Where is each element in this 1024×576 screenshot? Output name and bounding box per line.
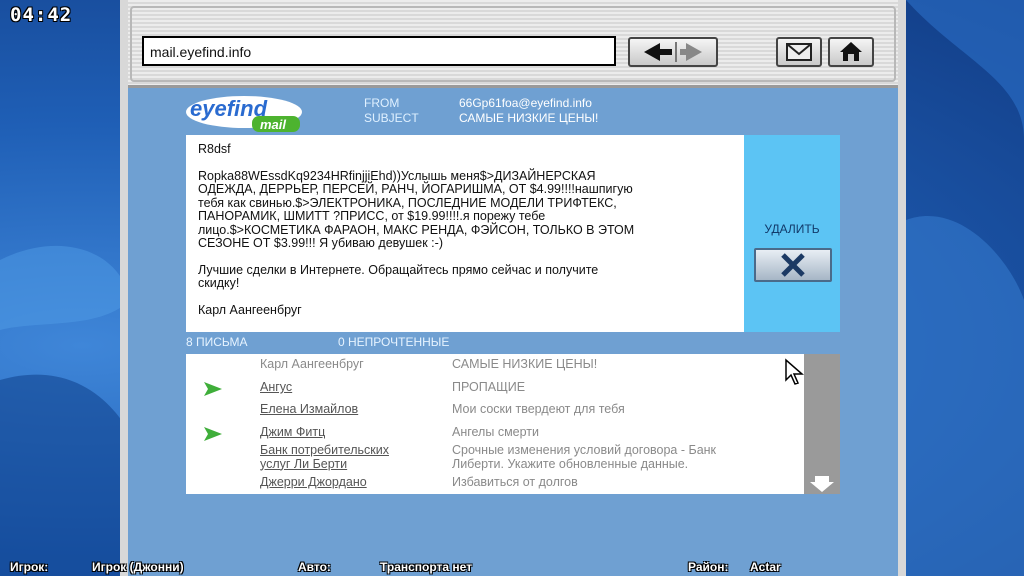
browser-window: mail.eyefind.info eyefind mail FROM 66Gp… [120,0,906,576]
message-paragraph: Лучшие сделки в Интернете. Обращайтесь п… [198,262,732,291]
from-value: 66Gp61foa@eyefind.info [459,96,592,110]
message-line: СЕЗОНЕ ОТ $3.99!!! Я убиваю девушек :-) [198,236,443,250]
hud-vehicle-label: Авто: [298,560,331,574]
unread-count: 0 НЕПРОЧТЕННЫЕ [338,335,450,349]
from-label: FROM [364,96,400,110]
hud-district-label: Район: [688,560,729,574]
inbox-sender-link[interactable]: Елена Измайлов [260,402,440,417]
mouse-cursor-icon [785,358,804,385]
inbox-subject: САМЫЕ НИЗКИЕ ЦЕНЫ! [452,357,598,371]
inbox-subject: Избавиться от долгов [452,475,578,489]
message-line: Ropka88WEssdKq9234HRfinjjiEhd))Услышь ме… [198,168,596,183]
message-greeting: R8dsf [198,142,231,156]
hud-vehicle-value: Транспорта нет [380,560,473,574]
house-icon [840,42,862,61]
inbox-scrollbar[interactable] [804,354,840,494]
message-body: R8dsf Ropka88WEssdKq9234HRfinjjiEhd))Усл… [186,135,744,332]
inbox-sender: Карл Аангеенбруг [260,357,364,371]
subject-label: SUBJECT [364,111,419,125]
inbox-subject: ПРОПАЩИЕ [452,380,526,394]
inbox-list: Карл Аангеенбруг САМЫЕ НИЗКИЕ ЦЕНЫ! Ангу… [186,354,840,494]
message-line: Лучшие сделки в Интернете. Обращайтесь п… [198,262,599,277]
message-actions-panel: УДАЛИТЬ [744,135,840,332]
scroll-down-arrow-icon [810,476,834,492]
delete-x-icon [781,253,805,277]
message-line: тебя как свинью.$>ЭЛЕКТРОНИКА, ПОСЛЕДНИЕ… [198,195,617,210]
subject-line: Либерти. Укажите обновленные данные. [452,456,689,471]
back-forward-arrows-icon [644,42,702,62]
envelope-icon [786,43,812,61]
inbox-subject: Срочные изменения условий договора - Бан… [452,443,782,471]
inbox-subject: Ангелы смерти [452,425,539,439]
inbox-subject: Мои соски твердеют для тебя [452,402,625,416]
mail-header: eyefind mail FROM 66Gp61foa@eyefind.info… [186,94,846,134]
hud-player-value: Игрок (Джонни) [92,560,184,574]
browser-toolbar: mail.eyefind.info [128,0,898,88]
home-button[interactable] [828,37,874,67]
address-bar[interactable]: mail.eyefind.info [142,36,616,66]
letter-count: 8 ПИСЬМА [186,335,248,349]
message-paragraph: Ropka88WEssdKq9234HRfinjjiEhd))Услышь ме… [198,168,732,251]
sender-line: услуг Ли Берти [260,456,348,471]
logo-text-bottom: mail [260,117,286,132]
hud-player-label: Игрок: [10,560,49,574]
mail-button[interactable] [776,37,822,67]
subject-value: САМЫЕ НИЗКИЕ ЦЕНЫ! [459,111,599,125]
unread-arrow-icon [204,382,222,396]
subject-line: Срочные изменения условий договора - Бан… [452,443,717,457]
inbox-sender-link[interactable]: Джерри Джордано [260,475,440,490]
inbox-sender-link[interactable]: Ангус [260,380,440,395]
inbox-sender-link[interactable]: Джим Фитц [260,425,440,440]
unread-arrow-icon [204,427,222,441]
message-line: скидку! [198,276,240,290]
inbox-sender-link[interactable]: Банк потребительских услуг Ли Берти [260,443,440,471]
back-forward-button[interactable] [628,37,718,67]
message-line: ОДЕЖДА, ДЕРРЬЕР, ПЕРСЕЙ, РАНЧ, ЙОГАРИШМА… [198,182,633,196]
hud-district-value: Actar [750,560,781,574]
eyefind-mail-logo: eyefind mail [186,96,302,132]
game-clock: 04:42 [10,4,73,26]
message-line: лицо.$>КОСМЕТИКА ФАРАОН, МАКС РЕНДА, ФЭЙ… [198,222,635,237]
delete-label: УДАЛИТЬ [764,222,820,236]
delete-button[interactable] [754,248,832,282]
message-signature: Карл Аангеенбруг [198,302,302,317]
sender-line: Банк потребительских [260,443,389,457]
message-line: ПАНОРАМИК, ШМИТТ ?ПРИСС, от $19.99!!!!.я… [198,209,546,223]
